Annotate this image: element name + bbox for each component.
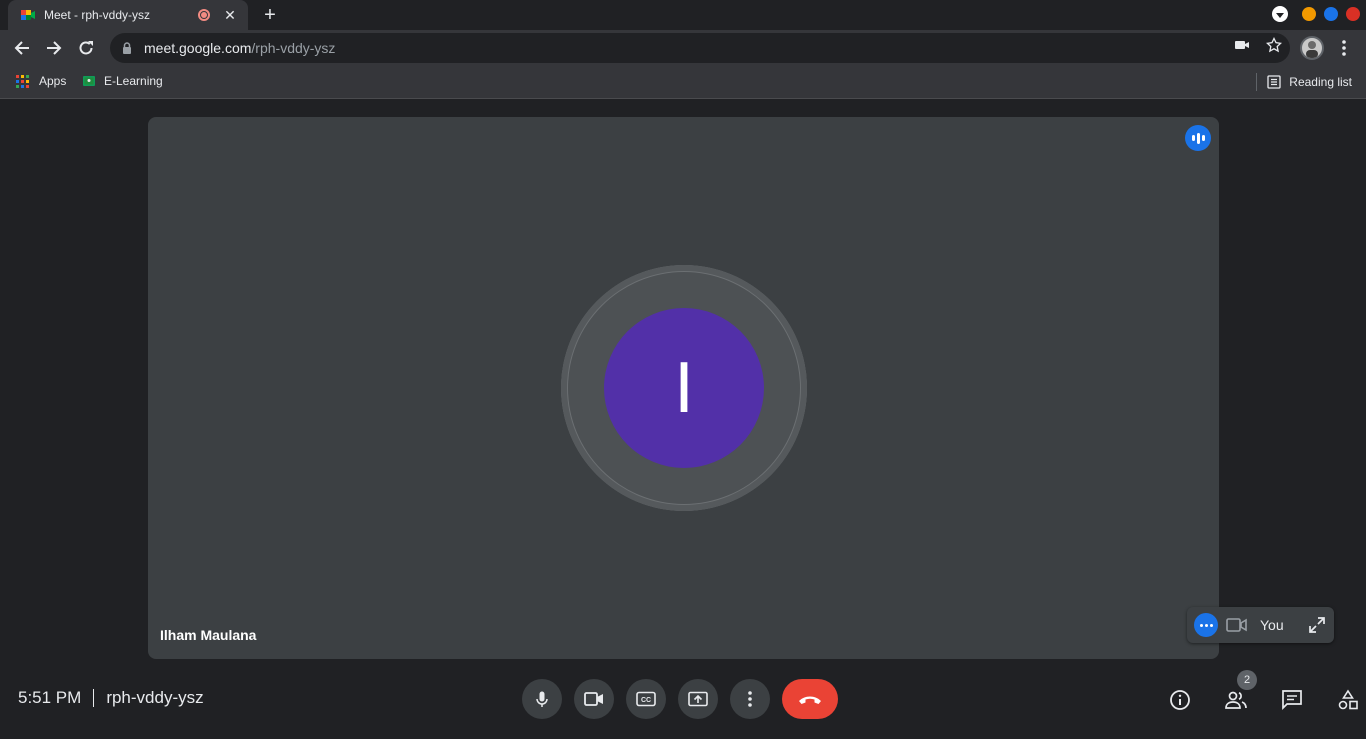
bookmarks-bar: Apps E-Learning Reading list	[0, 66, 1366, 99]
meeting-controls-bar: 5:51 PM rph-vddy-ysz CC 2	[0, 660, 1366, 739]
url-host: meet.google.com	[144, 40, 252, 56]
profile-avatar[interactable]	[1300, 36, 1324, 60]
recording-indicator-icon	[198, 9, 210, 21]
bookmark-e-learning[interactable]: E-Learning	[82, 74, 163, 88]
meeting-details-button[interactable]	[1164, 684, 1196, 716]
tab-title: Meet - rph-vddy-ysz	[44, 8, 151, 22]
url-path: /rph-vddy-ysz	[251, 40, 336, 56]
meeting-side-controls: 2	[1164, 670, 1364, 716]
tab-search-icon[interactable]	[1272, 6, 1288, 22]
svg-text:CC: CC	[641, 697, 651, 704]
captions-button[interactable]: CC	[626, 679, 666, 719]
new-tab-button[interactable]: +	[258, 4, 282, 26]
avatar-ring: I	[561, 265, 807, 511]
google-meet-icon	[21, 10, 35, 20]
leave-call-button[interactable]	[782, 679, 838, 719]
video-camera-icon	[584, 692, 603, 706]
apps-grid-icon	[16, 74, 29, 88]
meeting-clock: 5:51 PM	[18, 688, 82, 707]
browser-menu-icon[interactable]	[1336, 38, 1352, 58]
hang-up-icon	[799, 696, 821, 704]
bookmark-star-icon[interactable]	[1266, 37, 1282, 53]
self-view-label: You	[1260, 617, 1284, 633]
people-icon	[1225, 691, 1247, 709]
bookmark-e-learning-label: E-Learning	[104, 74, 163, 88]
microphone-button[interactable]	[522, 679, 562, 719]
participant-tile[interactable]: I Ilham Maulana	[148, 117, 1219, 659]
forward-button[interactable]	[42, 36, 66, 60]
camera-in-use-icon[interactable]	[1234, 37, 1250, 53]
mic-icon	[536, 691, 548, 707]
tab-strip: Meet - rph-vddy-ysz ✕ +	[0, 0, 1366, 30]
camera-button[interactable]	[574, 679, 614, 719]
participant-avatar: I	[604, 308, 764, 468]
meet-stage: I Ilham Maulana You	[0, 100, 1366, 739]
browser-tab[interactable]: Meet - rph-vddy-ysz ✕	[8, 0, 248, 30]
reading-list-label: Reading list	[1289, 75, 1352, 89]
self-view-tile[interactable]: You	[1187, 607, 1334, 643]
bookmarks-divider	[1256, 73, 1258, 91]
classroom-icon	[83, 76, 95, 86]
chat-button[interactable]	[1276, 684, 1308, 716]
activities-button[interactable]	[1332, 684, 1364, 716]
camera-icon	[1226, 618, 1247, 632]
window-controls	[1272, 6, 1360, 22]
chat-icon	[1282, 690, 1302, 711]
captions-icon: CC	[636, 691, 656, 707]
reading-list-icon	[1267, 75, 1281, 89]
browser-toolbar: meet.google.com/rph-vddy-ysz	[0, 30, 1366, 66]
minimize-button[interactable]	[1302, 7, 1316, 21]
more-options-icon[interactable]	[1194, 613, 1218, 637]
people-button[interactable]: 2	[1220, 670, 1257, 716]
info-icon	[1170, 690, 1190, 710]
speaking-indicator-icon	[1185, 125, 1211, 151]
address-bar[interactable]: meet.google.com/rph-vddy-ysz	[110, 33, 1290, 63]
close-window-button[interactable]	[1346, 7, 1360, 21]
reload-button[interactable]	[74, 36, 98, 60]
participant-name: Ilham Maulana	[160, 627, 257, 643]
meeting-info-divider	[93, 689, 95, 707]
present-button[interactable]	[678, 679, 718, 719]
reload-icon	[79, 41, 93, 55]
expand-icon[interactable]	[1308, 616, 1326, 634]
activities-icon	[1338, 689, 1358, 710]
reading-list-button[interactable]: Reading list	[1256, 73, 1352, 91]
bookmark-apps[interactable]: Apps	[16, 74, 66, 88]
bookmark-apps-label: Apps	[39, 74, 67, 88]
present-screen-icon	[688, 691, 708, 707]
back-button[interactable]	[10, 36, 34, 60]
arrow-left-icon	[14, 41, 29, 55]
meeting-details: 5:51 PM rph-vddy-ysz	[18, 688, 204, 708]
maximize-button[interactable]	[1324, 7, 1338, 21]
vertical-dots-icon	[748, 691, 752, 707]
tab-close-button[interactable]: ✕	[222, 7, 238, 24]
call-controls: CC	[522, 679, 838, 719]
lock-icon	[123, 42, 131, 54]
arrow-right-icon	[47, 41, 62, 55]
more-options-button[interactable]	[730, 679, 770, 719]
meeting-code: rph-vddy-ysz	[106, 688, 204, 707]
participants-count-badge: 2	[1237, 670, 1257, 690]
address-bar-actions	[1234, 37, 1282, 53]
profile-photo-icon	[1306, 41, 1318, 58]
